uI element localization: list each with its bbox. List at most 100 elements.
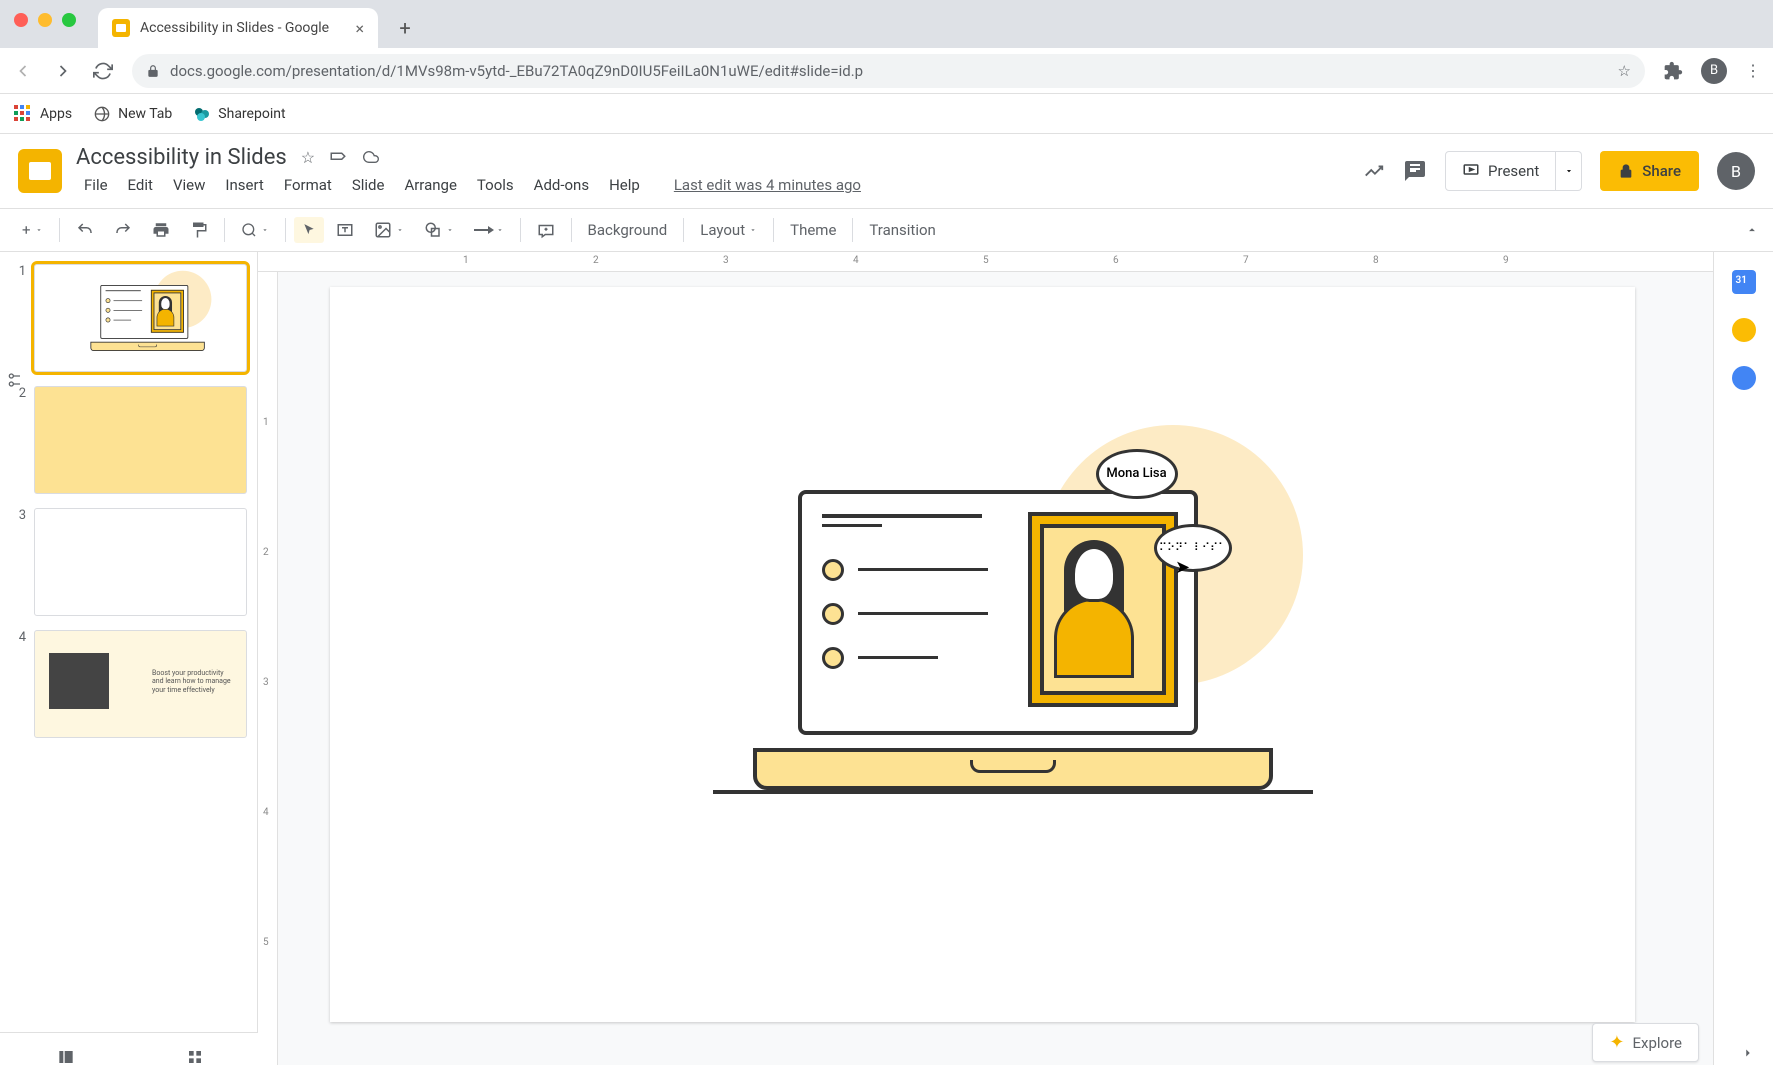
browser-address-bar: docs.google.com/presentation/d/1MVs98m-v…	[0, 48, 1773, 94]
apps-icon	[14, 105, 32, 123]
new-tab-button[interactable]: +	[390, 13, 420, 43]
cloud-status-icon[interactable]	[361, 149, 381, 165]
image-tool[interactable]	[366, 215, 412, 245]
slide-thumbnail-3[interactable]: 3	[10, 508, 247, 616]
textbox-tool[interactable]	[328, 215, 362, 245]
window-traffic-lights	[14, 13, 76, 27]
bookmark-new-tab[interactable]: New Tab	[94, 106, 172, 122]
sharepoint-icon	[194, 106, 210, 122]
close-tab-icon[interactable]: ×	[355, 19, 364, 38]
collapse-toolbar-icon[interactable]	[1745, 223, 1759, 237]
back-button[interactable]	[12, 61, 34, 81]
keep-icon[interactable]	[1732, 318, 1756, 342]
present-button[interactable]: Present	[1445, 151, 1556, 191]
line-tool[interactable]	[466, 220, 512, 240]
bookmarks-bar: Apps New Tab Sharepoint	[0, 94, 1773, 134]
lock-icon	[146, 64, 160, 78]
url-text: docs.google.com/presentation/d/1MVs98m-v…	[170, 62, 863, 80]
comment-button[interactable]	[529, 215, 563, 245]
slide-thumbnail-2[interactable]: 2	[10, 386, 247, 494]
browser-tab[interactable]: Accessibility in Slides - Google ×	[98, 8, 378, 48]
side-panel	[1713, 252, 1773, 1065]
menu-arrange[interactable]: Arrange	[396, 172, 464, 198]
bookmark-sharepoint[interactable]: Sharepoint	[194, 106, 285, 122]
toolbar: + Background Layout Theme Transition	[0, 208, 1773, 252]
new-slide-button[interactable]: +	[14, 215, 51, 245]
print-button[interactable]	[144, 215, 178, 245]
menu-tools[interactable]: Tools	[469, 172, 522, 198]
forward-button[interactable]	[52, 61, 74, 81]
filmstrip-view-icon[interactable]	[56, 1049, 76, 1065]
browser-menu-icon[interactable]: ⋮	[1745, 61, 1761, 80]
reload-button[interactable]	[92, 61, 114, 81]
extensions-icon[interactable]	[1663, 61, 1683, 81]
chevron-down-icon	[261, 226, 269, 234]
tab-title: Accessibility in Slides - Google	[140, 20, 329, 36]
bookmark-star-icon[interactable]: ☆	[1618, 62, 1631, 80]
minimize-window-icon[interactable]	[38, 13, 52, 27]
slide-thumbnail-1[interactable]: 1	[10, 264, 247, 372]
cursor-icon	[302, 223, 316, 237]
maximize-window-icon[interactable]	[62, 13, 76, 27]
chevron-down-icon	[1564, 166, 1574, 176]
comment-icon	[537, 221, 555, 239]
comments-icon[interactable]	[1403, 159, 1427, 183]
grid-view-icon[interactable]	[187, 1049, 203, 1065]
explore-star-icon: ✦	[1609, 1032, 1624, 1053]
redo-button[interactable]	[106, 215, 140, 245]
chevron-down-icon	[35, 226, 43, 234]
chevron-down-icon	[446, 226, 454, 234]
tasks-icon[interactable]	[1732, 366, 1756, 390]
menu-insert[interactable]: Insert	[217, 172, 271, 198]
account-avatar[interactable]: B	[1717, 152, 1755, 190]
menu-edit[interactable]: Edit	[120, 172, 161, 198]
slide-thumbnail-4[interactable]: 4 Boost your productivity and learn how …	[10, 630, 247, 738]
speech-bubble-braille: ⠍⠕⠝⠁ ⠇⠊⠎⠁	[1154, 524, 1232, 572]
calendar-icon[interactable]	[1732, 270, 1756, 294]
activity-icon[interactable]	[1363, 160, 1385, 182]
slide-illustration: Mona Lisa ⠍⠕⠝⠁ ⠇⠊⠎⠁	[753, 490, 1213, 790]
layout-button[interactable]: Layout	[692, 215, 765, 245]
chevron-down-icon	[749, 226, 757, 234]
browser-profile-avatar[interactable]: B	[1701, 58, 1727, 84]
slide-canvas[interactable]: Mona Lisa ⠍⠕⠝⠁ ⠇⠊⠎⠁	[330, 287, 1635, 1022]
paint-format-button[interactable]	[182, 215, 216, 245]
menu-help[interactable]: Help	[601, 172, 648, 198]
menu-format[interactable]: Format	[276, 172, 340, 198]
slides-logo-icon[interactable]	[18, 149, 62, 193]
explore-button[interactable]: ✦ Explore	[1592, 1023, 1699, 1062]
star-icon[interactable]: ☆	[301, 148, 315, 167]
document-title[interactable]: Accessibility in Slides	[76, 145, 287, 170]
move-icon[interactable]	[329, 148, 347, 166]
slide-panel[interactable]: 1 2 3 4 Boost your productivity and lear…	[0, 252, 258, 1065]
close-window-icon[interactable]	[14, 13, 28, 27]
apps-shortcut[interactable]: Apps	[14, 105, 72, 123]
workspace: 1 2 3 4 Boost your productivity and lear…	[0, 252, 1773, 1065]
last-edit-link[interactable]: Last edit was 4 minutes ago	[666, 172, 869, 198]
shape-tool[interactable]	[416, 215, 462, 245]
zoom-button[interactable]	[233, 216, 277, 244]
favicon-slides-icon	[112, 19, 130, 37]
speech-bubble-text: Mona Lisa	[1096, 449, 1178, 499]
menu-bar: File Edit View Insert Format Slide Arran…	[76, 172, 869, 198]
theme-button[interactable]: Theme	[782, 215, 844, 245]
chevron-right-icon	[1741, 1046, 1755, 1060]
chevron-down-icon	[496, 226, 504, 234]
canvas-area[interactable]: 1 2 3 4 5 6 7 8 9 1 2 3 4 5	[258, 252, 1713, 1065]
side-panel-toggle[interactable]	[1741, 1046, 1755, 1060]
undo-button[interactable]	[68, 215, 102, 245]
line-icon	[474, 229, 492, 231]
background-button[interactable]: Background	[580, 215, 676, 245]
menu-addons[interactable]: Add-ons	[526, 172, 597, 198]
url-input[interactable]: docs.google.com/presentation/d/1MVs98m-v…	[132, 54, 1645, 88]
menu-view[interactable]: View	[165, 172, 213, 198]
speaker-notes-icon[interactable]	[6, 372, 22, 388]
select-tool[interactable]	[294, 217, 324, 243]
transition-button[interactable]: Transition	[861, 215, 943, 245]
image-icon	[374, 221, 392, 239]
menu-file[interactable]: File	[76, 172, 116, 198]
present-dropdown[interactable]	[1556, 151, 1582, 191]
browser-tab-strip: Accessibility in Slides - Google × +	[0, 0, 1773, 48]
share-button[interactable]: Share	[1600, 151, 1699, 191]
menu-slide[interactable]: Slide	[344, 172, 393, 198]
